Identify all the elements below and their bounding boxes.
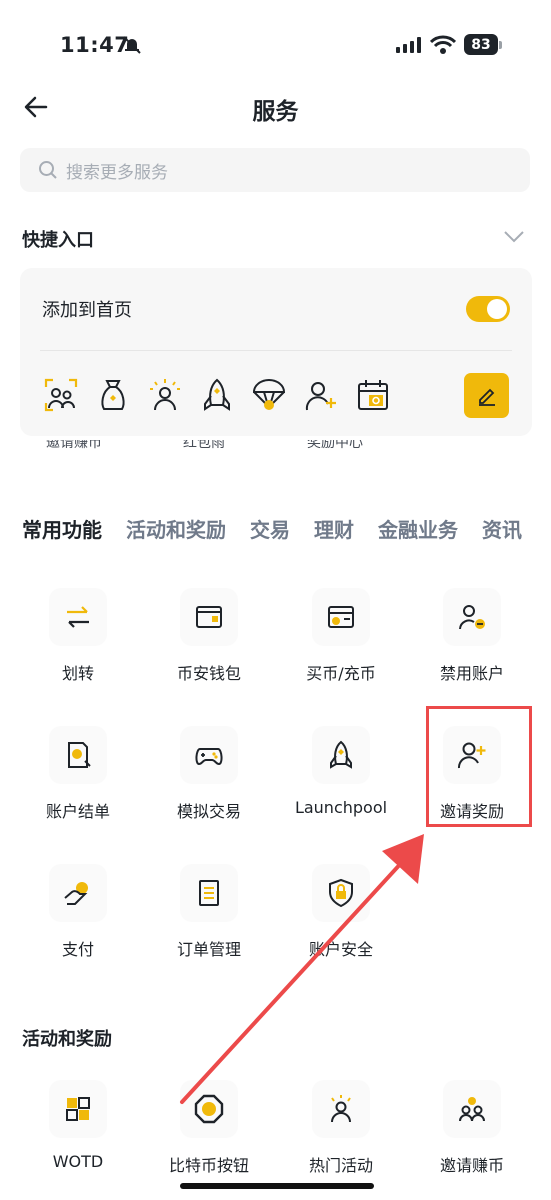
tab-finance[interactable]: 金融业务 [378,514,458,543]
statement-icon [68,742,91,768]
gamepad-icon [195,748,223,766]
service-buy-crypto[interactable]: 买币/充币 [276,588,406,684]
home-indicator[interactable] [180,1183,374,1189]
partial-label-redpacket: 红包雨 [183,440,225,451]
status-time: 11:47 [60,33,130,57]
tab-common[interactable]: 常用功能 [22,514,102,543]
hot-activity-icon [331,1095,351,1123]
service-label: 禁用账户 [439,664,504,683]
service-wallet[interactable]: 币安钱包 [144,588,274,684]
divider [40,350,512,351]
search-input[interactable]: 搜索更多服务 [20,148,530,192]
service-launchpool[interactable]: Launchpool [276,726,406,817]
chevron-down-icon[interactable] [503,230,525,244]
tab-activities[interactable]: 活动和奖励 [126,514,226,543]
service-label: 账户结单 [45,802,110,821]
activity-hot-events[interactable]: 热门活动 [276,1080,406,1176]
page-title: 服务 [252,99,299,125]
reward-center-icon[interactable] [148,378,182,412]
activity-label: WOTD [52,1152,104,1171]
service-demo-trading[interactable]: 模拟交易 [144,726,274,822]
activities-title: 活动和奖励 [22,1029,112,1050]
tab-earn[interactable]: 理财 [314,514,354,543]
red-packet-icon[interactable] [96,378,130,412]
tab-trade[interactable]: 交易 [250,514,290,543]
service-orders[interactable]: 订单管理 [144,864,274,960]
activity-label: 热门活动 [308,1156,373,1175]
disable-account-icon [459,605,485,630]
category-tabs: 常用功能 活动和奖励 交易 理财 金融业务 资讯 [22,514,546,543]
service-label: 支付 [61,940,94,959]
service-statement[interactable]: 账户结单 [13,726,143,822]
partial-label-reward: 奖励中心 [307,440,363,451]
tab-news[interactable]: 资讯 [482,514,522,543]
edit-shortcuts-button[interactable] [464,373,509,418]
tabs-fade [520,505,551,545]
battery-indicator: 83 [464,34,498,55]
service-label: 订单管理 [176,940,241,959]
launchpool-icon[interactable] [200,378,234,412]
service-account-security[interactable]: 账户安全 [276,864,406,960]
activity-bitcoin-button[interactable]: 比特币按钮 [144,1080,274,1176]
invite-user-icon[interactable] [304,378,338,412]
invite-earn-icon [459,1097,485,1122]
service-label: 账户安全 [308,940,373,959]
signal-icon [396,37,421,53]
service-disable-account[interactable]: 禁用账户 [407,588,537,684]
activity-wotd[interactable]: WOTD [13,1080,143,1171]
partial-label-invite: 邀请赚币 [46,440,102,451]
annotation-highlight-box [426,706,532,827]
quick-entry-title: 快捷入口 [22,230,94,251]
service-transfer[interactable]: 划转 [13,588,143,684]
order-icon [199,880,219,906]
silent-bell-icon [123,36,141,54]
service-label: 划转 [61,664,94,683]
wifi-icon [430,35,456,54]
rocket-icon [330,740,352,769]
search-placeholder: 搜索更多服务 [66,162,168,183]
pencil-icon [478,388,495,406]
service-pay[interactable]: 支付 [13,864,143,960]
activity-label: 比特币按钮 [168,1156,249,1175]
parachute-icon[interactable] [252,378,286,412]
service-label: Launchpool [294,798,388,817]
search-icon [39,161,57,179]
service-label: 币安钱包 [176,664,241,683]
activity-label: 邀请赚币 [439,1156,504,1175]
add-to-home-toggle[interactable] [466,296,510,322]
activity-invite-earn[interactable]: 邀请赚币 [407,1080,537,1176]
wotd-icon [66,1097,90,1121]
transfer-icon [67,606,89,628]
add-to-home-label: 添加到首页 [42,300,132,321]
invite-earn-icon[interactable] [44,378,78,412]
pay-icon [64,882,88,905]
buy-crypto-icon [328,606,354,628]
bitcoin-button-icon [194,1094,224,1124]
calendar-icon[interactable] [356,378,390,412]
service-label: 模拟交易 [176,802,241,821]
shield-lock-icon [329,878,353,908]
battery-tip [499,41,502,49]
wallet-icon [196,606,222,628]
service-label: 买币/充币 [306,664,376,683]
